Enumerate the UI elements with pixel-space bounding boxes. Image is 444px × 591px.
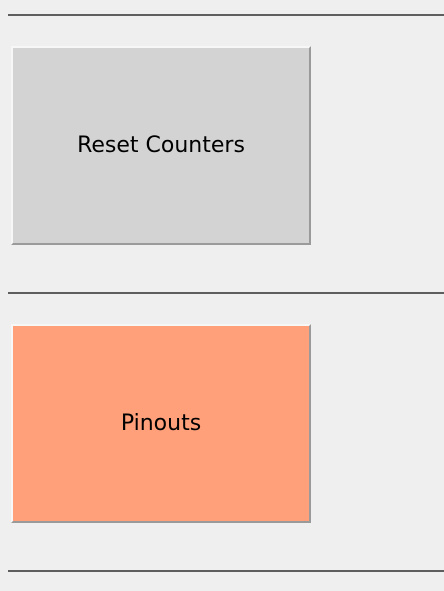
middle-divider	[8, 292, 444, 294]
reset-counters-button[interactable]: Reset Counters	[11, 46, 311, 245]
top-divider	[8, 14, 444, 16]
pinouts-button[interactable]: Pinouts	[11, 324, 311, 523]
bottom-divider	[8, 570, 444, 572]
pinouts-label: Pinouts	[120, 411, 202, 436]
reset-counters-label: Reset Counters	[77, 133, 245, 158]
